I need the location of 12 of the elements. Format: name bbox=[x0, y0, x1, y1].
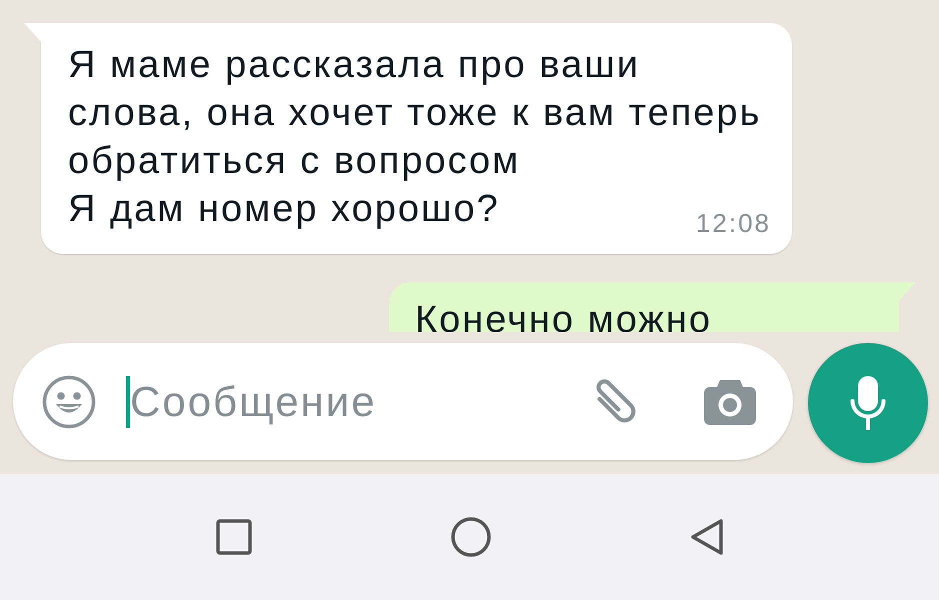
message-text: Я дам номер хорошо? bbox=[68, 187, 500, 232]
message-time: 12:08 bbox=[696, 208, 771, 239]
square-icon[interactable] bbox=[216, 519, 252, 555]
microphone-icon bbox=[850, 376, 886, 430]
text-cursor bbox=[126, 376, 130, 428]
back-icon[interactable] bbox=[690, 518, 724, 556]
message-field[interactable]: Сообщение bbox=[13, 343, 793, 460]
emoji-icon[interactable] bbox=[42, 374, 96, 428]
message-text: Я маме рассказала про ваши слова, она хочет тоже к вам теперь обратиться с вопросом bbox=[68, 43, 762, 184]
camera-icon[interactable] bbox=[704, 378, 756, 425]
home-circle-icon[interactable] bbox=[450, 517, 490, 557]
message-input[interactable]: Сообщение bbox=[130, 374, 560, 430]
